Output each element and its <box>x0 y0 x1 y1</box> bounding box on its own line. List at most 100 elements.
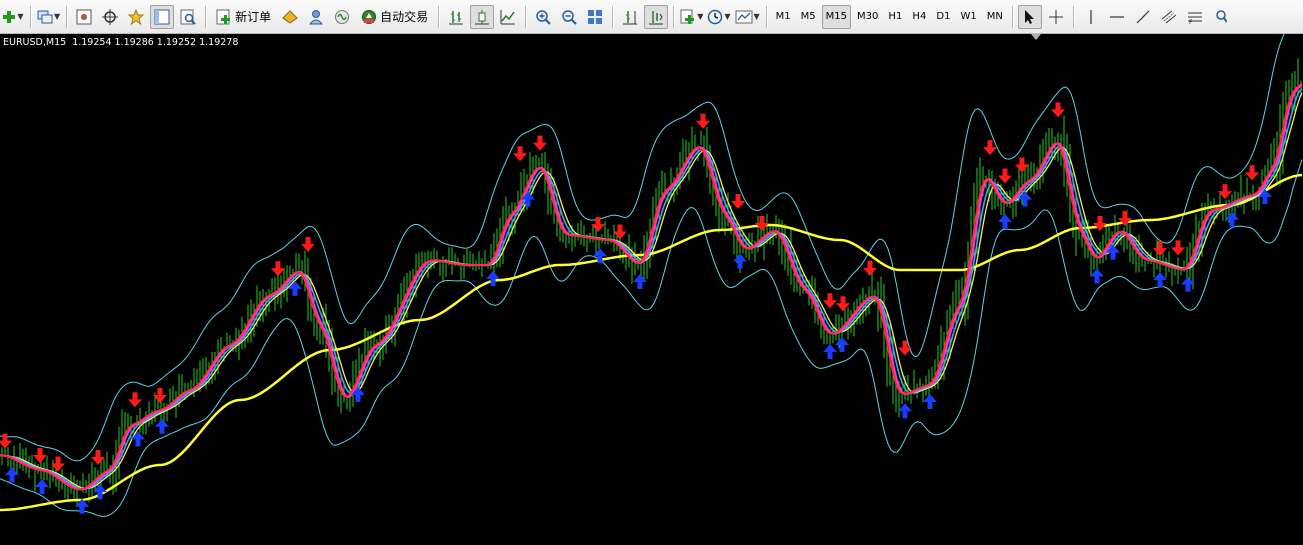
price-chart[interactable] <box>0 34 1303 545</box>
channel-icon <box>1161 9 1177 25</box>
zoom-in-button[interactable] <box>531 5 555 29</box>
auto-trading-label: 自动交易 <box>380 10 429 24</box>
candlestick-icon <box>474 9 490 25</box>
vertical-line-icon <box>1083 9 1099 25</box>
chevron-down-icon: ▼ <box>697 12 704 21</box>
text-label-button[interactable] <box>1209 5 1233 29</box>
timeframe-h1-button[interactable]: H1 <box>884 5 906 29</box>
timeframe-group: M1 M5 M15 M30 H1 H4 D1 W1 MN <box>771 4 1008 30</box>
candlestick-button[interactable] <box>470 4 495 29</box>
new-order-icon <box>216 9 232 25</box>
equidistant-channel-button[interactable] <box>1157 5 1181 29</box>
grid-icon <box>587 9 603 25</box>
toolbar-separator <box>612 5 614 28</box>
crosshair-button[interactable] <box>1044 5 1068 29</box>
profiles-button[interactable]: ▼ <box>36 5 61 29</box>
buy-signal-arrow <box>1090 268 1104 284</box>
toolbar-separator <box>525 5 527 28</box>
terminal-button[interactable] <box>150 4 175 29</box>
toolbar-separator <box>66 5 68 28</box>
svg-text:F: F <box>1189 19 1193 25</box>
chevron-down-icon: ▼ <box>724 12 731 21</box>
person-icon <box>308 9 324 25</box>
market-watch-icon <box>76 9 92 25</box>
timeframe-m1-button[interactable]: M1 <box>772 5 795 29</box>
new-order-button[interactable]: 新订单 <box>211 5 276 29</box>
chevron-down-icon: ▼ <box>753 12 760 21</box>
buy-signal-arrow <box>823 344 837 359</box>
buy-signal-arrow <box>633 274 647 289</box>
sell-signal-arrow <box>91 449 105 465</box>
bar-chart-button[interactable] <box>444 5 468 29</box>
sell-signal-arrow <box>863 260 877 276</box>
timeframe-d1-button[interactable]: D1 <box>932 5 954 29</box>
sell-signal-arrow <box>513 146 527 162</box>
data-window-button[interactable] <box>98 5 122 29</box>
signals-button[interactable] <box>330 5 354 29</box>
toolbar-separator <box>30 5 31 28</box>
tile-windows-button[interactable] <box>583 5 607 29</box>
horizontal-line-icon <box>1109 9 1125 25</box>
clock-icon <box>707 9 723 25</box>
sell-signal-arrow <box>1093 215 1107 231</box>
toolbar-separator <box>1072 5 1074 28</box>
bar-chart-icon <box>448 9 464 25</box>
sell-signal-arrow <box>533 135 547 151</box>
chevron-down-icon: ▼ <box>54 12 61 21</box>
cursor-arrow-icon <box>1022 9 1038 25</box>
sell-signal-arrow <box>271 261 285 277</box>
strategy-tester-button[interactable] <box>176 5 200 29</box>
horizontal-line-button[interactable] <box>1105 5 1129 29</box>
community-button[interactable] <box>304 5 328 29</box>
auto-trading-button[interactable]: 自动交易 <box>356 5 433 29</box>
trendline-button[interactable] <box>1131 5 1155 29</box>
sell-signal-arrow <box>823 293 837 309</box>
timeframe-m30-button[interactable]: M30 <box>853 5 882 29</box>
sell-signal-arrow <box>33 448 47 463</box>
fibonacci-button[interactable]: F <box>1183 5 1207 29</box>
metaeditor-button[interactable] <box>278 5 302 29</box>
auto-trading-icon <box>361 9 377 25</box>
cursor-button[interactable] <box>1017 4 1042 29</box>
toolbar-group-file: ▼ ▼ 新订单 自动交易 ▼ ▼ ▼ M1 M5 M15 M30 H1 H4 D… <box>0 4 1234 30</box>
timeframe-m15-button[interactable]: M15 <box>821 4 852 29</box>
auto-scroll-icon <box>648 9 664 25</box>
line-chart-button[interactable] <box>496 5 520 29</box>
sell-signal-arrow <box>1051 102 1065 118</box>
long-moving-average <box>0 173 1303 512</box>
periods-button[interactable]: ▼ <box>706 5 731 29</box>
auto-scroll-button[interactable] <box>644 4 669 29</box>
main-toolbar: ▼ ▼ 新订单 自动交易 ▼ ▼ ▼ M1 M5 M15 M30 H1 H4 D… <box>0 0 1303 34</box>
line-chart-icon <box>500 9 516 25</box>
zoom-report-icon <box>180 9 196 25</box>
fast-ma-blue <box>0 88 1303 490</box>
indicators-button[interactable]: ▼ <box>679 5 704 29</box>
zoom-out-button[interactable] <box>557 5 581 29</box>
buy-signal-arrow <box>998 214 1012 229</box>
vertical-line-button[interactable] <box>1079 5 1103 29</box>
sell-signal-arrow <box>998 168 1012 184</box>
timeframe-m5-button[interactable]: M5 <box>797 5 820 29</box>
buy-signal-arrow <box>923 394 937 409</box>
buy-signal-arrow <box>733 253 747 269</box>
sell-signal-arrow <box>1015 157 1029 173</box>
navigator-button[interactable] <box>124 5 148 29</box>
market-watch-button[interactable] <box>72 5 96 29</box>
timeframe-h4-button[interactable]: H4 <box>908 5 930 29</box>
sell-signal-arrow <box>1171 240 1185 256</box>
new-chart-button[interactable]: ▼ <box>1 5 25 29</box>
toolbar-separator <box>438 5 440 28</box>
zoom-out-icon <box>561 9 577 25</box>
terminal-window-icon <box>154 9 170 25</box>
chart-shift-button[interactable] <box>618 5 642 29</box>
timeframe-mn-button[interactable]: MN <box>983 5 1007 29</box>
chart-symbol-header: EURUSD,M15 1.19254 1.19286 1.19252 1.192… <box>3 37 239 48</box>
buy-signal-arrow <box>835 336 849 352</box>
timeframe-w1-button[interactable]: W1 <box>956 5 980 29</box>
fibonacci-icon: F <box>1187 9 1203 25</box>
chart-shift-icon <box>622 9 638 25</box>
chevron-down-icon: ▼ <box>17 12 24 21</box>
zoom-in-icon <box>535 9 551 25</box>
chart-shift-marker[interactable] <box>1031 34 1043 42</box>
templates-button[interactable]: ▼ <box>734 5 761 29</box>
